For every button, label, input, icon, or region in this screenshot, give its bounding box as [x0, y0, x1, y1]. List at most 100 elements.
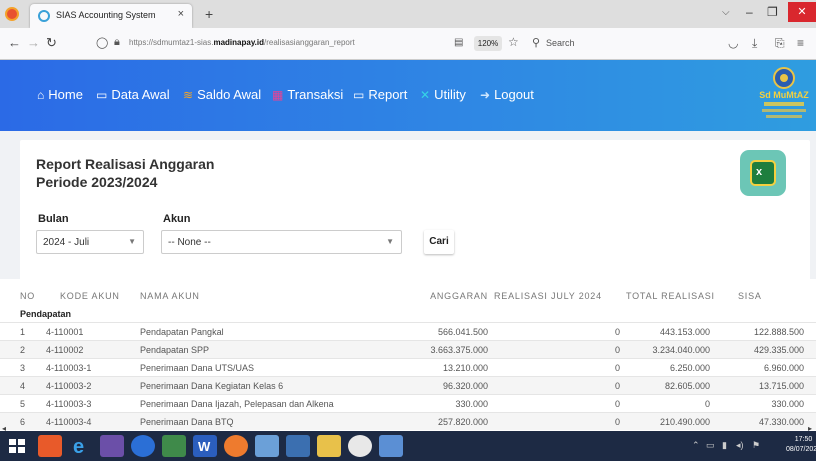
network-icon[interactable]: ▭ — [706, 440, 715, 451]
edge-icon[interactable]: e — [69, 435, 93, 458]
cell-realisasi: 0 — [614, 345, 620, 355]
stack-icon: ≋ — [183, 88, 194, 102]
school-logo: Sd MuMtAZ — [758, 64, 810, 126]
minimize-window-icon[interactable]: – — [746, 5, 753, 19]
pocket-icon[interactable]: ◡ — [728, 36, 738, 50]
page-subtitle: Periode 2023/2024 — [36, 174, 158, 190]
address-bar[interactable]: ◯ 🔒︎ https://sdmumtaz1-sias.madinapay.id… — [86, 32, 474, 54]
firefox-icon[interactable] — [224, 435, 248, 457]
tab-title: SIAS Accounting System — [56, 10, 156, 20]
search-placeholder: Search — [546, 38, 575, 48]
col-header-realisasi: REALISASI JULY 2024 — [494, 291, 602, 301]
table-row: 1 4-110001 Pendapatan Pangkal 566.041.50… — [0, 322, 816, 340]
list-tabs-icon[interactable]: ⌵ — [722, 7, 730, 18]
windows-taskbar: e W ⌃ ▭ ▮ ◂) ⚑ 17:50 08/07/2024 — [0, 431, 816, 461]
akun-value: -- None -- — [168, 237, 211, 248]
address-url[interactable]: https://sdmumtaz1-sias.madinapay.id/real… — [129, 38, 355, 47]
app-icon[interactable] — [286, 435, 310, 457]
cell-no: 2 — [20, 345, 26, 355]
cell-nama: Pendapatan Pangkal — [140, 327, 224, 337]
report-table: NO KODE AKUN NAMA AKUN ANGGARAN REALISAS… — [0, 279, 816, 431]
bulan-select[interactable]: 2024 - Juli ▼ — [36, 230, 144, 254]
cari-button[interactable]: Cari — [424, 230, 454, 254]
cell-nama: Penerimaan Dana Kegiatan Kelas 6 — [140, 381, 284, 391]
lock-icon[interactable]: 🔒︎ — [114, 36, 120, 49]
svg-text:W: W — [198, 439, 211, 454]
cell-total: 210.490.000 — [659, 417, 710, 427]
menu-logout[interactable]: ➜ Logout — [480, 87, 534, 102]
bookmark-star-icon[interactable]: ☆ — [508, 35, 519, 49]
home-icon: ⌂ — [37, 88, 45, 102]
table-row: 3 4-110003-1 Penerimaan Dana UTS/UAS 13.… — [0, 358, 816, 376]
file-explorer-icon[interactable] — [317, 435, 341, 457]
back-icon[interactable]: ← — [8, 35, 21, 50]
table-row: 4 4-110003-2 Penerimaan Dana Kegiatan Ke… — [0, 376, 816, 394]
cell-sisa: 429.335.000 — [753, 345, 804, 355]
word-icon[interactable]: W — [193, 435, 217, 457]
forward-icon[interactable]: → — [27, 35, 40, 50]
cell-realisasi: 0 — [614, 363, 620, 373]
cell-realisasi: 0 — [614, 381, 620, 391]
cell-anggaran: 330.000 — [455, 399, 488, 409]
cell-kode: 4-110003-3 — [46, 399, 92, 409]
start-button[interactable] — [6, 435, 28, 457]
extensions-icon[interactable]: ⎘ — [775, 36, 785, 51]
cell-total: 3.234.040.000 — [652, 345, 710, 355]
flag-icon[interactable]: ⚑ — [752, 440, 760, 451]
cell-sisa: 13.715.000 — [758, 381, 804, 391]
app-icon[interactable] — [379, 435, 403, 457]
cell-no: 1 — [20, 327, 26, 337]
battery-icon[interactable]: ▮ — [722, 440, 727, 451]
cell-realisasi: 0 — [614, 327, 620, 337]
chrome-icon[interactable] — [348, 435, 372, 457]
akun-select[interactable]: -- None -- ▼ — [161, 230, 402, 254]
cell-no: 3 — [20, 363, 26, 373]
volume-icon[interactable]: ◂) — [736, 440, 744, 451]
cell-kode: 4-110003-2 — [46, 381, 92, 391]
tab-close-button[interactable]: × — [178, 8, 184, 20]
menu-saldo-awal[interactable]: ≋ Saldo Awal — [183, 87, 261, 102]
cell-no: 5 — [20, 399, 26, 409]
restore-window-icon[interactable]: ❐ — [767, 5, 778, 19]
chrome-like-icon[interactable] — [131, 435, 155, 457]
monitor-icon: ▭ — [96, 88, 108, 102]
tools-icon: ✕ — [420, 88, 431, 102]
menu-transaksi[interactable]: ▦ Transaksi — [272, 87, 343, 102]
taskbar-clock[interactable]: 17:50 08/07/2024 — [786, 435, 816, 455]
browser-tab-active[interactable]: SIAS Accounting System × — [30, 4, 192, 28]
cell-no: 6 — [20, 417, 26, 427]
export-excel-button[interactable]: x — [740, 150, 786, 196]
zoom-level[interactable]: 120% — [474, 36, 502, 51]
menu-data-awal[interactable]: ▭ Data Awal — [96, 87, 170, 102]
app-icon[interactable] — [255, 435, 279, 457]
search-input[interactable]: ⚲ Search — [532, 32, 692, 54]
firefox-menu-icon[interactable] — [5, 7, 19, 21]
cell-sisa: 6.960.000 — [763, 363, 804, 373]
reader-view-icon[interactable]: ▤ — [454, 37, 463, 48]
group-label: Pendapatan — [20, 309, 72, 319]
main-menu: ⌂ Home ▭ Data Awal ≋ Saldo Awal ▦ Transaksi … — [0, 60, 816, 131]
close-window-button[interactable]: ✕ — [788, 2, 816, 22]
cell-sisa: 47.330.000 — [758, 417, 804, 427]
menu-home[interactable]: ⌂ Home — [37, 87, 83, 102]
paint-icon[interactable] — [100, 435, 124, 457]
col-header-sisa: SISA — [738, 291, 762, 301]
cell-anggaran: 566.041.500 — [437, 327, 488, 337]
clock-time: 17:50 — [794, 436, 813, 443]
menu-icon[interactable]: ≡ — [797, 36, 804, 50]
cell-total: 443.153.000 — [659, 327, 710, 337]
monitor-icon: ▭ — [353, 88, 365, 102]
cell-total: 0 — [704, 399, 710, 409]
app-icon[interactable] — [162, 435, 186, 457]
download-icon[interactable]: ⤓ — [752, 36, 757, 51]
menu-utility[interactable]: ✕ Utility — [420, 87, 466, 102]
col-header-anggaran: ANGGARAN — [430, 291, 488, 301]
reload-icon[interactable]: ↻ — [46, 35, 57, 51]
cell-kode: 4-110002 — [46, 345, 84, 355]
tracking-shield-icon[interactable]: ◯ — [96, 36, 108, 49]
new-tab-button[interactable]: + — [205, 6, 213, 22]
menu-report[interactable]: ▭ Report — [353, 87, 407, 102]
tray-chevron-icon[interactable]: ⌃ — [692, 440, 700, 451]
office-icon[interactable] — [38, 435, 62, 457]
cell-anggaran: 257.820.000 — [437, 417, 488, 427]
